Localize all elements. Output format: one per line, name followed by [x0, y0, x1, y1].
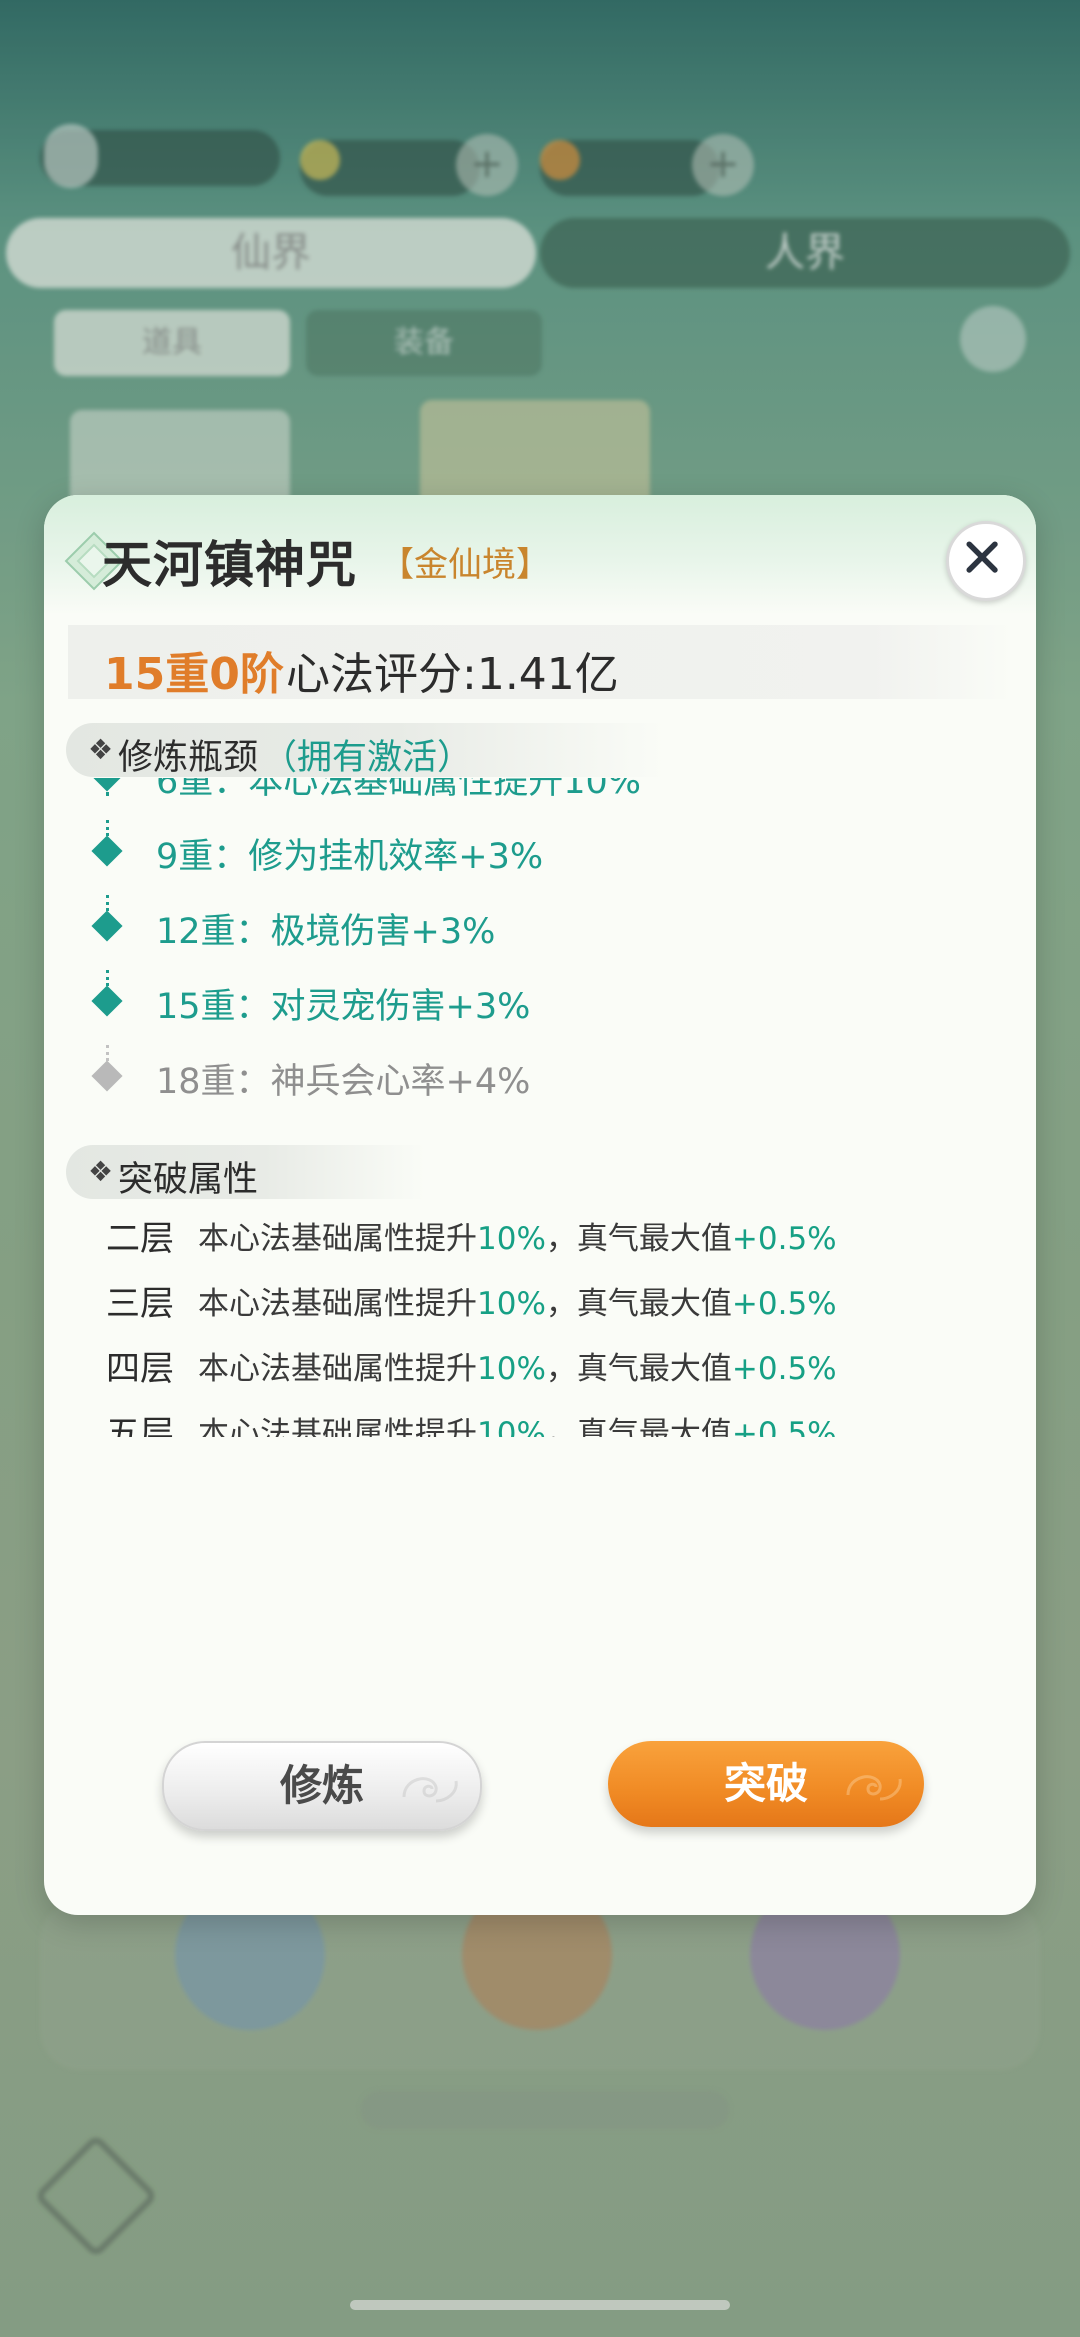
bottleneck-item: 15重：对灵宠伤害+3%: [66, 972, 966, 1032]
section-bullet-icon: ❖: [88, 733, 114, 766]
bottleneck-status: （拥有激活）: [262, 738, 473, 778]
desc-prefix: 本心法基础属性提升: [198, 1416, 477, 1437]
breakthrough-button[interactable]: 突破: [608, 1741, 924, 1827]
desc-mid: ，真气最大值: [545, 1351, 732, 1387]
desc-mid: ，真气最大值: [545, 1221, 732, 1257]
bottleneck-text: 12重：极境伤害+3%: [156, 912, 496, 952]
breakthrough-row: 五层 本心法基础属性提升10%，真气最大值+0.5%: [106, 1400, 986, 1437]
breakthrough-row: 三层 本心法基础属性提升10%，真气最大值+0.5%: [106, 1270, 986, 1330]
layer-label: 二层: [106, 1219, 174, 1259]
layer-desc: 本心法基础属性提升10%，真气最大值+0.5%: [198, 1343, 837, 1388]
breakthrough-row: 四层 本心法基础属性提升10%，真气最大值+0.5%: [106, 1335, 986, 1395]
skill-score: 心法评分:1.41亿: [286, 649, 619, 700]
desc-value-2: +0.5%: [731, 1416, 837, 1437]
cloud-swirl-icon: [846, 1775, 902, 1801]
layer-label: 四层: [106, 1349, 174, 1389]
bottleneck-section-title: 修炼瓶颈: [118, 738, 259, 778]
bottleneck-item: 6重：本心法基础属性提升10%: [66, 778, 966, 807]
close-button[interactable]: [946, 521, 1026, 601]
bottleneck-item: 9重：修为挂机效率+3%: [66, 822, 966, 882]
layer-desc: 本心法基础属性提升10%，真气最大值+0.5%: [198, 1408, 837, 1437]
breakthrough-list[interactable]: 二层 本心法基础属性提升10%，真气最大值+0.5% 三层 本心法基础属性提升1…: [66, 1205, 1006, 1437]
skill-detail-dialog: 天河镇神咒 【金仙境】 15重0阶 心法评分:1.41亿 ❖ 修炼瓶颈 （拥有激…: [44, 495, 1036, 1915]
desc-value-2: +0.5%: [731, 1351, 837, 1387]
layer-label: 三层: [106, 1284, 174, 1324]
bottleneck-text: 9重：修为挂机效率+3%: [156, 837, 544, 877]
skill-level: 15重0阶: [104, 649, 284, 700]
layer-label: 五层: [106, 1414, 174, 1437]
breakthrough-row: 二层 本心法基础属性提升10%，真气最大值+0.5%: [106, 1205, 986, 1265]
layer-desc: 本心法基础属性提升10%，真气最大值+0.5%: [198, 1278, 837, 1323]
desc-prefix: 本心法基础属性提升: [198, 1351, 477, 1387]
active-diamond-icon: [91, 985, 123, 1017]
bottleneck-text: 18重：神兵会心率+4%: [156, 1062, 531, 1102]
bottleneck-item: 18重：神兵会心率+4%: [66, 1047, 966, 1107]
desc-value-1: 10%: [477, 1221, 546, 1257]
bottleneck-item: 12重：极境伤害+3%: [66, 897, 966, 957]
locked-diamond-icon: [91, 1060, 123, 1092]
active-diamond-icon: [91, 778, 123, 792]
active-diamond-icon: [91, 835, 123, 867]
desc-mid: ，真气最大值: [545, 1416, 732, 1437]
skill-title: 天河镇神咒: [102, 536, 357, 594]
breakthrough-button-label: 突破: [723, 1759, 808, 1808]
desc-value-1: 10%: [477, 1416, 546, 1437]
breakthrough-section-header: ❖ 突破属性: [66, 1145, 426, 1200]
close-icon: [966, 541, 998, 573]
desc-value-2: +0.5%: [731, 1221, 837, 1257]
cloud-swirl-icon: [402, 1777, 458, 1803]
bottleneck-text: 15重：对灵宠伤害+3%: [156, 987, 531, 1027]
bottleneck-list[interactable]: 6重：本心法基础属性提升10% 9重：修为挂机效率+3% 12重：极境伤害+3%…: [66, 778, 1006, 1113]
desc-mid: ，真气最大值: [545, 1286, 732, 1322]
breakthrough-section-title: 突破属性: [118, 1160, 259, 1200]
active-diamond-icon: [91, 910, 123, 942]
desc-value-1: 10%: [477, 1286, 546, 1322]
desc-value-1: 10%: [477, 1351, 546, 1387]
cultivate-button-label: 修炼: [279, 1761, 364, 1810]
desc-value-2: +0.5%: [731, 1286, 837, 1322]
skill-realm: 【金仙境】: [380, 545, 550, 585]
cultivate-button[interactable]: 修炼: [162, 1741, 482, 1831]
bottleneck-section-header: ❖ 修炼瓶颈 （拥有激活）: [66, 723, 666, 778]
layer-desc: 本心法基础属性提升10%，真气最大值+0.5%: [198, 1213, 837, 1258]
section-bullet-icon: ❖: [88, 1155, 114, 1188]
screen: + + 仙界 人界 道具 装备 天河镇神咒 【金仙境】 15重0阶 心法评分:1…: [0, 0, 1080, 2337]
desc-prefix: 本心法基础属性提升: [198, 1221, 477, 1257]
home-indicator: [350, 2300, 730, 2310]
desc-prefix: 本心法基础属性提升: [198, 1286, 477, 1322]
bottleneck-text: 6重：本心法基础属性提升10%: [156, 778, 642, 802]
